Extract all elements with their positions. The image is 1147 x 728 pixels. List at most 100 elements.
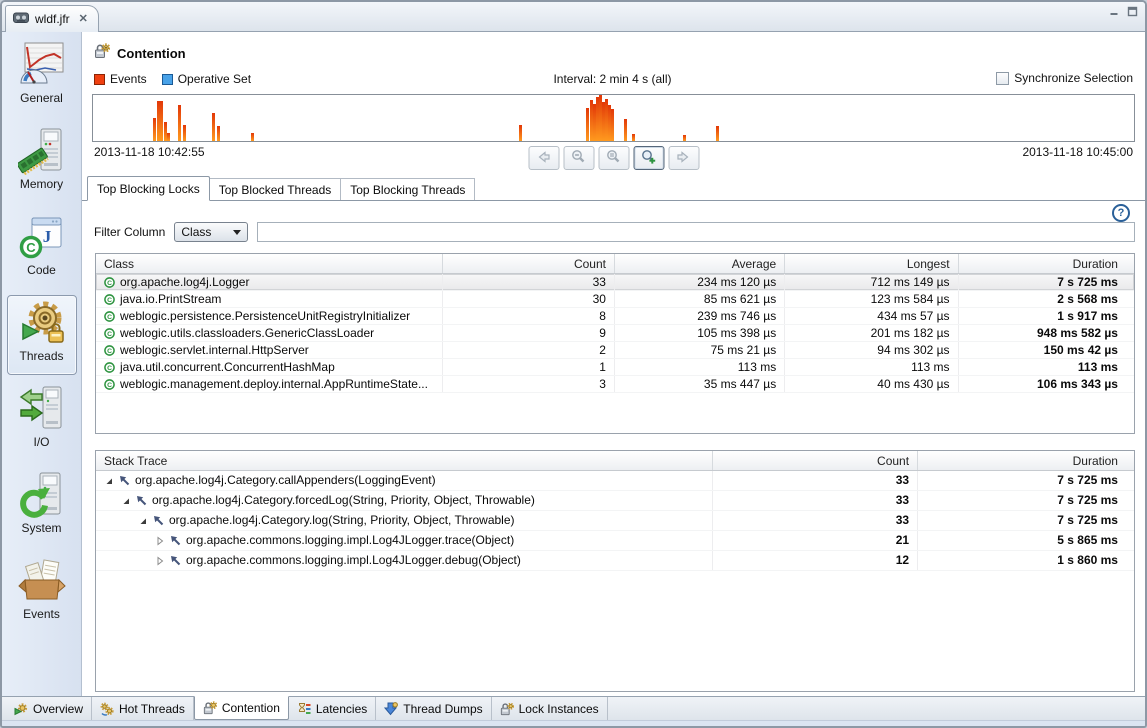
collapse-toggle-icon[interactable] <box>138 516 148 526</box>
timeline-start-time: 2013-11-18 10:42:55 <box>94 145 205 159</box>
pan-left-button[interactable] <box>528 146 559 170</box>
table-row[interactable]: Cjava.io.PrintStream3085 ms 621 µs123 ms… <box>96 291 1134 308</box>
sidebar: General Memory JCCodeThreadsI/OSystemEvent… <box>2 32 82 696</box>
column-header-average[interactable]: Average <box>615 254 785 273</box>
expand-toggle-icon[interactable] <box>155 536 165 546</box>
pan-right-button[interactable] <box>668 146 699 170</box>
memory-icon <box>18 127 66 175</box>
tab-top-blocked-threads[interactable]: Top Blocked Threads <box>210 178 342 200</box>
zoom-out-button[interactable] <box>563 146 594 170</box>
column-header-class[interactable]: Class <box>96 254 443 273</box>
tab-label: Overview <box>33 702 83 716</box>
class-icon: C <box>104 310 115 323</box>
page-title: Contention <box>117 46 186 61</box>
table-row[interactable]: Cjava.util.concurrent.ConcurrentHashMap1… <box>96 359 1134 376</box>
zoom-selection-button[interactable] <box>598 146 629 170</box>
column-header-duration[interactable]: Duration <box>959 254 1134 273</box>
stack-trace-row[interactable]: org.apache.log4j.Category.forcedLog(Stri… <box>96 491 1134 511</box>
class-cell: Cweblogic.persistence.PersistenceUnitReg… <box>96 308 443 324</box>
tab-latencies[interactable]: Latencies <box>289 697 376 720</box>
tab-thread-dumps[interactable]: Thread Dumps <box>376 697 491 720</box>
count-cell: 33 <box>713 491 919 510</box>
timeline-nav-buttons <box>528 146 699 170</box>
sidebar-item-label: General <box>20 91 63 105</box>
stack-trace-row[interactable]: org.apache.log4j.Category.log(String, Pr… <box>96 511 1134 531</box>
tab-contention[interactable]: Contention <box>194 696 289 720</box>
checkbox-icon <box>996 72 1009 85</box>
tab-hot-threads[interactable]: Hot Threads <box>92 697 194 720</box>
column-header-stack-trace[interactable]: Stack Trace <box>96 451 713 470</box>
event-bar <box>212 113 215 141</box>
tab-overview[interactable]: Overview <box>6 697 92 720</box>
stack-trace-row[interactable]: org.apache.commons.logging.impl.Log4JLog… <box>96 551 1134 571</box>
column-header-duration[interactable]: Duration <box>918 451 1134 470</box>
close-icon[interactable]: ✕ <box>79 14 88 25</box>
table-row[interactable]: Cweblogic.servlet.internal.HttpServer275… <box>96 342 1134 359</box>
maximize-icon[interactable] <box>1127 6 1138 17</box>
svg-text:C: C <box>26 240 36 255</box>
column-header-count[interactable]: Count <box>713 451 919 470</box>
table-row[interactable]: Corg.apache.log4j.Logger33234 ms 120 µs7… <box>96 274 1134 291</box>
column-header-longest[interactable]: Longest <box>785 254 958 273</box>
class-cell: Cweblogic.management.deploy.internal.App… <box>96 376 443 392</box>
tab-top-blocking-threads[interactable]: Top Blocking Threads <box>341 178 475 200</box>
column-header-count[interactable]: Count <box>443 254 615 273</box>
synchronize-selection-checkbox[interactable]: Synchronize Selection <box>996 71 1133 85</box>
svg-text:C: C <box>107 331 112 338</box>
collapse-toggle-icon[interactable] <box>121 496 131 506</box>
sidebar-item-general[interactable]: General <box>7 37 77 117</box>
filter-column-label: Filter Column <box>94 225 165 239</box>
duration-cell: 150 ms 42 µs <box>959 342 1134 358</box>
count-cell: 30 <box>443 291 615 307</box>
stack-trace-row[interactable]: org.apache.commons.logging.impl.Log4JLog… <box>96 531 1134 551</box>
filter-column-select[interactable]: Class <box>174 222 248 242</box>
sidebar-item-events[interactable]: Events <box>7 553 77 633</box>
collapse-toggle-icon[interactable] <box>104 476 114 486</box>
help-icon[interactable]: ? <box>1112 204 1130 222</box>
zoom-in-button[interactable] <box>633 146 664 170</box>
stack-trace-row[interactable]: org.apache.log4j.Category.callAppenders(… <box>96 471 1134 491</box>
table-row[interactable]: Cweblogic.management.deploy.internal.App… <box>96 376 1134 393</box>
sidebar-item-label: Memory <box>20 177 63 191</box>
expand-toggle-icon[interactable] <box>155 556 165 566</box>
class-name: org.apache.log4j.Logger <box>120 274 249 290</box>
sidebar-item-threads[interactable]: Threads <box>7 295 77 375</box>
count-cell: 12 <box>713 551 919 570</box>
sidebar-item-code[interactable]: JCCode <box>7 209 77 289</box>
count-cell: 8 <box>443 308 615 324</box>
frame-cell: org.apache.log4j.Category.forcedLog(Stri… <box>96 491 713 510</box>
sidebar-item-i-o[interactable]: I/O <box>7 381 77 461</box>
flight-recording-icon <box>13 12 29 27</box>
contention-header-icon <box>94 43 110 64</box>
tab-label: Thread Dumps <box>403 702 482 716</box>
zoom-selection-icon <box>606 149 622 168</box>
table-row[interactable]: Cweblogic.persistence.PersistenceUnitReg… <box>96 308 1134 325</box>
minimize-icon[interactable] <box>1109 6 1120 17</box>
stack-trace-table: Stack TraceCountDurationorg.apache.log4j… <box>95 450 1135 692</box>
tab-lock-instances[interactable]: Lock Instances <box>492 697 608 720</box>
tab-top-blocking-locks[interactable]: Top Blocking Locks <box>87 176 210 201</box>
longest-cell: 94 ms 302 µs <box>785 342 958 358</box>
events-timeline-chart[interactable] <box>92 94 1135 142</box>
duration-cell: 1 s 917 ms <box>959 308 1134 324</box>
class-icon: C <box>104 276 115 289</box>
average-cell: 75 ms 21 µs <box>615 342 785 358</box>
timeline-end-time: 2013-11-18 10:45:00 <box>1022 145 1133 159</box>
duration-cell: 5 s 865 ms <box>918 531 1134 550</box>
duration-cell: 2 s 568 ms <box>959 291 1134 307</box>
event-bar <box>217 126 220 141</box>
blocking-locks-table: ClassCountAverageLongestDurationCorg.apa… <box>95 253 1135 434</box>
average-cell: 234 ms 120 µs <box>615 274 785 290</box>
average-cell: 85 ms 621 µs <box>615 291 785 307</box>
duration-cell: 7 s 725 ms <box>918 471 1134 490</box>
thread-dumps-icon <box>384 702 398 716</box>
svg-text:C: C <box>107 382 112 389</box>
chevron-down-icon <box>233 230 241 235</box>
table-row[interactable]: Cweblogic.utils.classloaders.GenericClas… <box>96 325 1134 342</box>
sidebar-item-system[interactable]: System <box>7 467 77 547</box>
filter-input[interactable] <box>257 222 1135 242</box>
event-bar <box>716 126 719 141</box>
synchronize-selection-label: Synchronize Selection <box>1014 71 1133 85</box>
sidebar-item-memory[interactable]: Memory <box>7 123 77 203</box>
editor-tab-wldf-jfr[interactable]: wldf.jfr ✕ <box>5 5 99 32</box>
